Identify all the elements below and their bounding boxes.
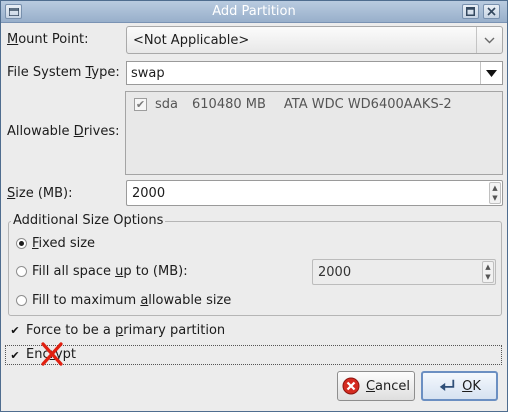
spin-arrows[interactable]: ▲ ▼	[482, 261, 494, 283]
title-bar[interactable]: Add Partition	[1, 1, 507, 23]
fill-up-to-radio[interactable]	[16, 266, 27, 277]
spin-up-icon[interactable]: ▲	[490, 183, 500, 193]
x-cursor-icon	[41, 342, 63, 366]
mnemonic: O	[462, 378, 473, 394]
encrypt-focus-row[interactable]	[5, 345, 502, 365]
fixed-size-label[interactable]: Fixed size	[32, 236, 95, 251]
fs-type-value: swap	[131, 66, 165, 81]
cancel-icon	[342, 377, 360, 395]
fs-type-select[interactable]: swap	[126, 61, 503, 85]
ok-button-label: OK	[462, 379, 481, 394]
label-text: File System	[7, 65, 86, 80]
chevron-down-icon[interactable]	[476, 27, 502, 53]
label-text: llowable size	[148, 293, 232, 308]
size-options-legend: Additional Size Options	[11, 213, 166, 228]
primary-label[interactable]: Force to be a primary partition	[26, 323, 225, 338]
mnemonic: M	[7, 32, 19, 47]
fill-up-to-value: 2000	[318, 265, 352, 280]
drive-name: sda	[155, 97, 178, 112]
maximize-icon[interactable]	[462, 4, 479, 19]
close-icon[interactable]	[483, 4, 500, 19]
label-text: rives:	[83, 124, 120, 139]
label-text: ype:	[91, 65, 120, 80]
drive-size: 610480 MB	[192, 97, 266, 112]
fill-max-label[interactable]: Fill to maximum allowable size	[32, 293, 231, 308]
spin-down-icon[interactable]: ▼	[483, 272, 493, 282]
label-text: Allowable	[7, 124, 74, 139]
size-label: Size (MB):	[7, 186, 73, 201]
label-text: Fill all space	[32, 264, 116, 279]
label-text: rimary partition	[123, 323, 226, 338]
drives-list[interactable]: ✔ sda 610480 MB ATA WDC WD6400AAKS-2	[125, 91, 503, 175]
spin-up-icon[interactable]: ▲	[483, 262, 493, 272]
mount-point-combo[interactable]: <Not Applicable>	[126, 26, 503, 54]
fill-up-to-label[interactable]: Fill all space up to (MB):	[32, 264, 188, 279]
label-text: ize (MB):	[15, 186, 73, 201]
size-spinbutton[interactable]: 2000 ▲ ▼	[126, 180, 503, 206]
drive-model: ATA WDC WD6400AAKS-2	[283, 97, 452, 112]
fill-max-radio[interactable]	[16, 295, 27, 306]
cancel-button[interactable]: Cancel	[337, 371, 415, 401]
mnemonic: D	[73, 124, 84, 139]
spin-arrows[interactable]: ▲ ▼	[489, 182, 501, 204]
label-text: ount Point:	[18, 32, 89, 47]
drive-checkbox[interactable]: ✔	[134, 98, 147, 111]
label-text: Force to be a	[26, 323, 115, 338]
window-title: Add Partition	[212, 4, 296, 19]
label-text: p to (MB):	[123, 264, 188, 279]
list-item[interactable]: ✔ sda 610480 MB ATA WDC WD6400AAKS-2	[134, 97, 452, 112]
allowable-drives-label: Allowable Drives:	[7, 124, 120, 139]
encrypt-checkbox[interactable]: ✔	[9, 349, 21, 361]
triangle-down-icon[interactable]	[480, 62, 502, 84]
label-text: ixed size	[38, 236, 96, 251]
mnemonic: C	[365, 378, 376, 394]
mount-point-label: Mount Point:	[7, 32, 89, 47]
label-text: ancel	[375, 378, 411, 394]
size-value: 2000	[132, 186, 166, 201]
ok-arrow-icon	[438, 377, 456, 395]
mnemonic: p	[114, 323, 124, 338]
add-partition-dialog: Add Partition Mount Point: <Not Applicab…	[0, 0, 508, 412]
primary-checkbox[interactable]: ✔	[9, 324, 21, 336]
ok-button[interactable]: OK	[421, 371, 498, 401]
spin-down-icon[interactable]: ▼	[490, 193, 500, 203]
mount-point-value: <Not Applicable>	[133, 33, 250, 48]
fill-up-to-spinbutton[interactable]: 2000 ▲ ▼	[312, 259, 496, 285]
label-text: Fill to maximum	[32, 293, 141, 308]
cancel-button-label: Cancel	[366, 379, 410, 394]
fixed-size-radio[interactable]	[16, 238, 27, 249]
label-text: K	[472, 378, 481, 394]
fs-type-label: File System Type:	[7, 65, 120, 80]
